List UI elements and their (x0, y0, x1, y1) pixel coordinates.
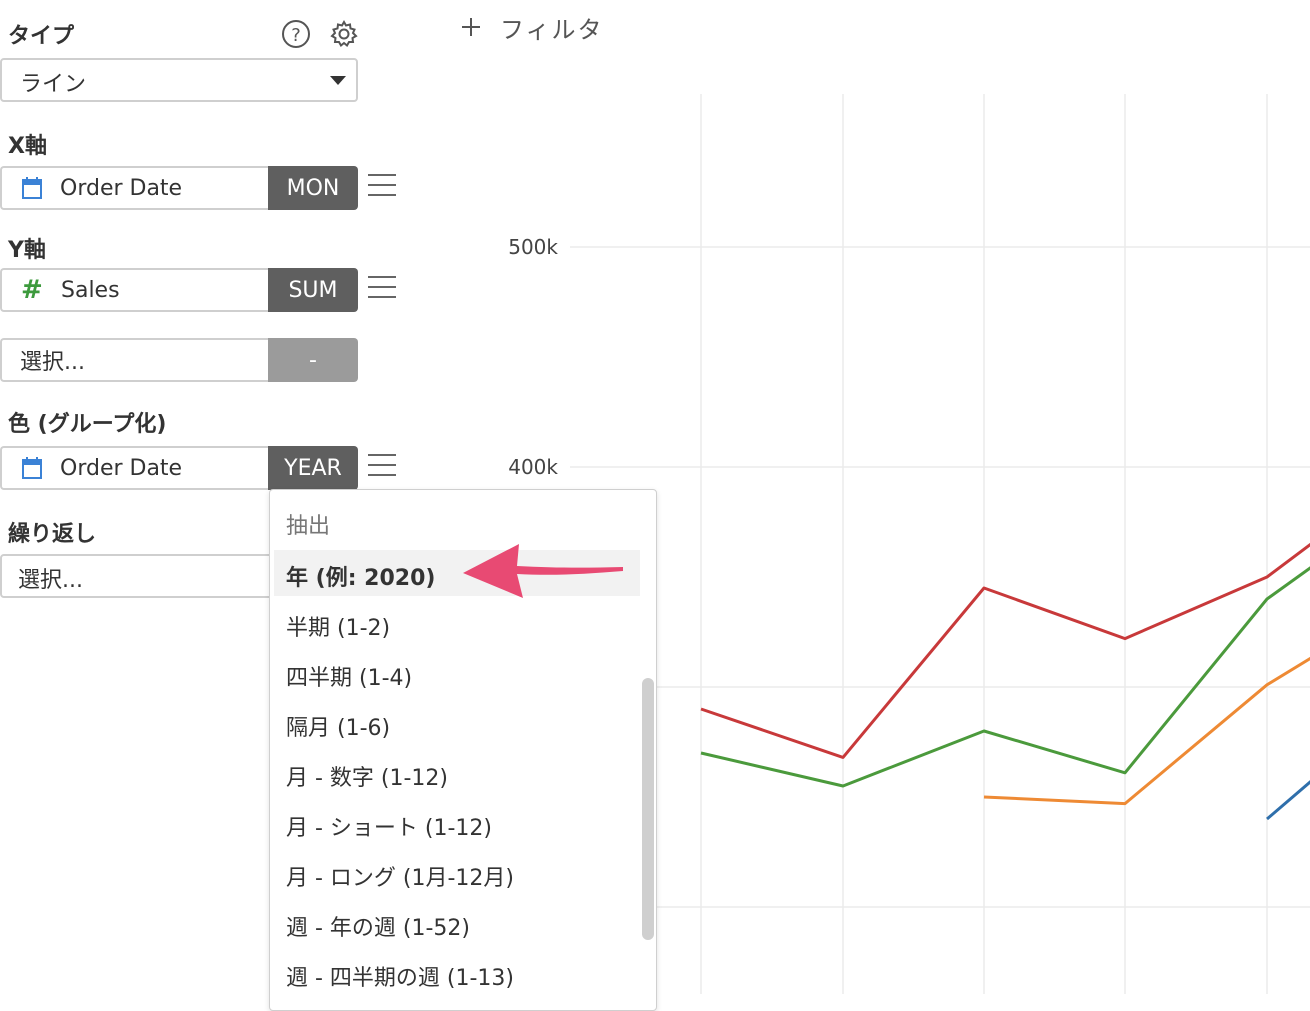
chart-type-value: ライン (20, 72, 87, 97)
color-menu-icon[interactable] (368, 454, 396, 480)
dropdown-item-bimonth[interactable]: 隔月 (1-6) (286, 710, 390, 742)
annotation-arrow (463, 544, 623, 598)
y-tick-label: 400k (508, 455, 558, 479)
y2-placeholder: 選択... (20, 350, 85, 375)
series-line-0 (700, 542, 1310, 759)
x-axis-menu-icon[interactable] (368, 174, 396, 200)
series-line-3 (1266, 780, 1310, 821)
dropdown-scrollbar[interactable] (642, 678, 654, 940)
caret-down-icon (330, 76, 346, 85)
gear-icon[interactable] (329, 19, 359, 49)
repeat-label: 繰り返し (8, 522, 97, 547)
y-axis-agg-button[interactable]: SUM (268, 268, 358, 312)
color-field[interactable]: Order Date (0, 446, 268, 490)
number-icon: # (21, 275, 43, 305)
y-axis-field[interactable]: # Sales (0, 268, 268, 312)
color-field-row: Order Date YEAR (0, 446, 400, 490)
x-axis-field-row: Order Date MON (0, 166, 400, 210)
chart-type-select[interactable]: ライン (0, 58, 358, 102)
dropdown-item-week-of-quarter[interactable]: 週 - 四半期の週 (1-13) (286, 960, 514, 992)
color-agg-button[interactable]: YEAR (268, 446, 358, 490)
y-axis-field-row: # Sales SUM (0, 268, 400, 312)
plus-icon (462, 18, 480, 36)
y-axis-label: Y軸 (8, 238, 46, 263)
calendar-icon (22, 177, 42, 199)
x-axis-agg-button[interactable]: MON (268, 166, 358, 210)
y2-field-row: 選択... - (0, 338, 400, 382)
calendar-icon (22, 457, 42, 479)
help-icon[interactable]: ? (281, 19, 311, 49)
dropdown-item-year[interactable]: 年 (例: 2020) (286, 560, 435, 592)
x-axis-field-name: Order Date (60, 175, 183, 201)
series-line-1 (700, 566, 1310, 788)
x-axis-label: X軸 (8, 134, 47, 159)
y-axis-field-name: Sales (61, 277, 120, 303)
filter-label: フィルタ (500, 15, 604, 44)
dropdown-item-month-short[interactable]: 月 - ショート (1-12) (286, 810, 492, 842)
x-axis-field[interactable]: Order Date (0, 166, 268, 210)
dropdown-item-month-number[interactable]: 月 - 数字 (1-12) (286, 760, 448, 792)
add-filter-button[interactable]: フィルタ (460, 10, 604, 44)
y-axis-menu-icon[interactable] (368, 276, 396, 302)
dropdown-item-week-of-year[interactable]: 週 - 年の週 (1-52) (286, 910, 470, 942)
svg-text:?: ? (291, 25, 301, 46)
dropdown-item-half[interactable]: 半期 (1-2) (286, 610, 390, 642)
y2-field-select[interactable]: 選択... (0, 338, 268, 382)
type-label: タイプ (8, 24, 75, 49)
y-tick-label: 500k (508, 235, 558, 259)
dropdown-item-quarter[interactable]: 四半期 (1-4) (286, 660, 412, 692)
color-field-name: Order Date (60, 455, 183, 481)
dropdown-item-month-long[interactable]: 月 - ロング (1月-12月) (286, 860, 514, 892)
repeat-select[interactable]: 選択... (0, 554, 280, 598)
dropdown-header: 抽出 (286, 514, 331, 539)
y2-agg-button[interactable]: - (268, 338, 358, 382)
color-label: 色 (グループ化) (8, 412, 167, 437)
repeat-placeholder: 選択... (18, 568, 83, 593)
